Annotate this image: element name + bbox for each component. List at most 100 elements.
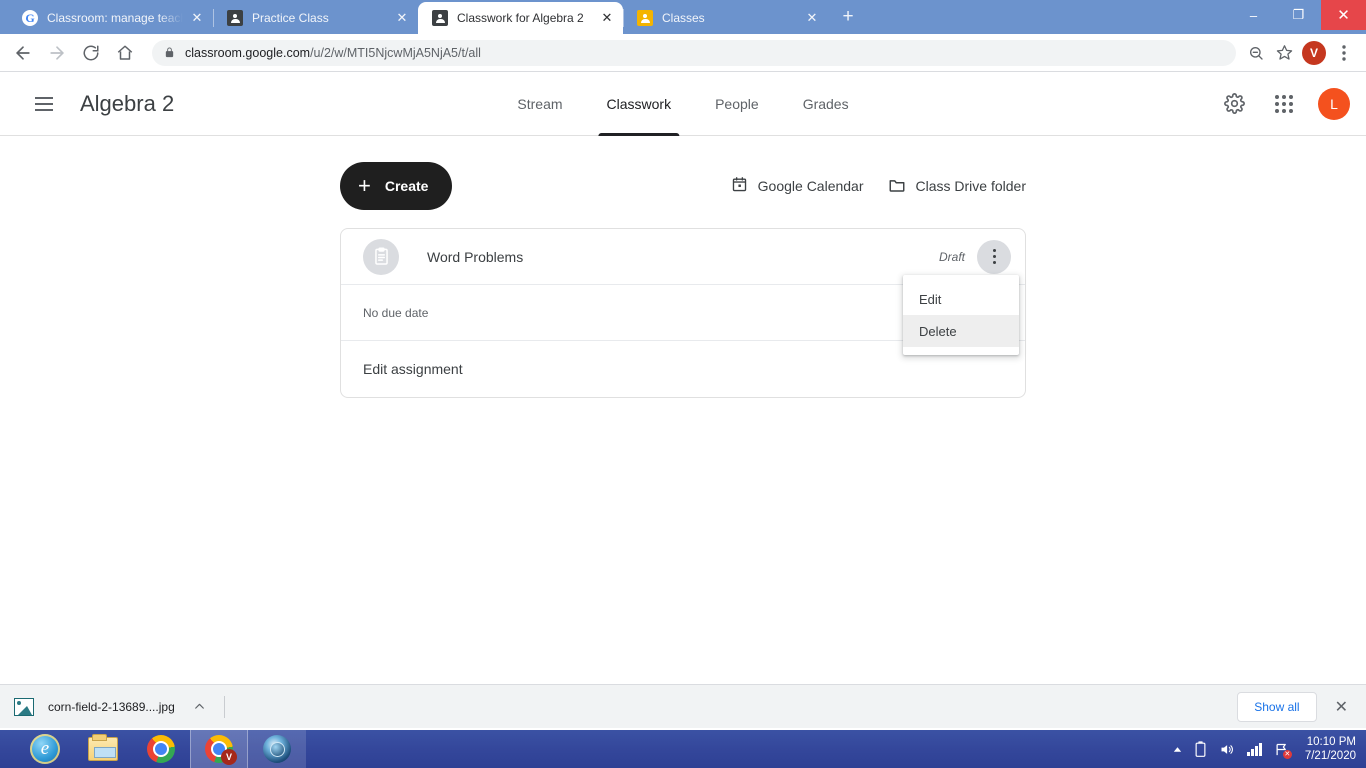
assignment-context-menu: Edit Delete <box>903 275 1019 355</box>
bookmark-star-icon[interactable] <box>1270 39 1298 67</box>
close-window-button[interactable]: ✕ <box>1321 0 1366 30</box>
action-center-flag-icon[interactable]: ✕ <box>1274 742 1292 759</box>
classwork-toolbar: + Create Google Calendar Class Drive fol… <box>340 162 1026 210</box>
chrome-menu-icon[interactable] <box>1330 39 1358 67</box>
taskbar-internet-explorer[interactable]: e <box>16 730 74 768</box>
classroom-icon <box>432 10 448 26</box>
taskbar-file-explorer[interactable] <box>74 730 132 768</box>
tab-title: Classwork for Algebra 2 <box>457 11 584 25</box>
forward-icon[interactable] <box>42 38 72 68</box>
internet-explorer-icon: e <box>30 734 60 764</box>
create-button[interactable]: + Create <box>340 162 453 210</box>
system-tray: ✕ 10:10 PM 7/21/2020 <box>1172 730 1366 768</box>
chevron-up-icon[interactable] <box>193 700 206 713</box>
maximize-button[interactable]: ❐ <box>1276 0 1321 30</box>
browser-tab-3-active[interactable]: Classwork for Algebra 2 ✕ <box>418 2 623 34</box>
tab-stream[interactable]: Stream <box>495 72 584 136</box>
back-icon[interactable] <box>8 38 38 68</box>
classwork-content: + Create Google Calendar Class Drive fol… <box>0 136 1366 398</box>
divider <box>223 695 225 718</box>
download-file-name: corn-field-2-13689....jpg <box>48 699 175 714</box>
google-calendar-link[interactable]: Google Calendar <box>731 176 864 196</box>
status-badge: Draft <box>938 249 965 264</box>
assignment-icon <box>363 238 399 275</box>
tab-people[interactable]: People <box>693 72 781 136</box>
close-icon[interactable]: ✕ <box>394 10 410 26</box>
google-calendar-label: Google Calendar <box>757 178 864 194</box>
browser-profile-avatar[interactable]: V <box>1302 40 1326 65</box>
assignment-title: Word Problems <box>427 248 524 265</box>
tab-title: Practice Class <box>252 11 329 25</box>
class-drive-folder-link[interactable]: Class Drive folder <box>888 176 1026 197</box>
gear-icon[interactable] <box>1218 88 1250 120</box>
apps-grid-icon[interactable] <box>1268 88 1300 120</box>
google-icon: G <box>22 10 38 26</box>
assignment-options-icon[interactable] <box>977 239 1011 274</box>
menu-icon[interactable] <box>24 84 64 124</box>
tab-title: Classroom: manage teaching and <box>47 11 183 25</box>
show-hidden-icons-icon[interactable] <box>1172 744 1183 755</box>
calendar-icon <box>731 176 748 196</box>
classroom-page: Algebra 2 Stream Classwork People Grades… <box>0 72 1366 728</box>
classroom-icon <box>637 10 653 26</box>
download-item[interactable]: corn-field-2-13689....jpg <box>14 692 175 722</box>
show-all-button[interactable]: Show all <box>1237 691 1317 722</box>
url-host: classroom.google.com <box>185 45 311 60</box>
download-bar-actions: Show all ✕ <box>1237 691 1352 722</box>
error-badge: ✕ <box>1282 749 1292 759</box>
close-icon[interactable]: ✕ <box>1331 697 1352 717</box>
edit-assignment-link[interactable]: Edit assignment <box>363 361 463 377</box>
media-player-icon <box>263 735 291 763</box>
battery-icon[interactable] <box>1195 741 1206 757</box>
image-file-icon <box>14 697 34 716</box>
tray-time: 10:10 PM <box>1306 736 1356 748</box>
profile-badge: V <box>221 749 237 765</box>
lock-icon <box>164 46 175 59</box>
file-explorer-icon <box>88 734 118 761</box>
chrome-browser-window: G Classroom: manage teaching and ✕ Pract… <box>0 0 1366 730</box>
home-icon[interactable] <box>110 38 140 68</box>
tab-strip: G Classroom: manage teaching and ✕ Pract… <box>0 0 1366 34</box>
menu-item-delete[interactable]: Delete <box>903 315 1019 347</box>
plus-icon: + <box>358 173 371 198</box>
address-bar[interactable]: classroom.google.com/u/2/w/MTI5NjcwMjA5N… <box>152 39 1236 66</box>
window-controls: – ❐ ✕ <box>1231 0 1366 30</box>
tray-date: 7/21/2020 <box>1304 750 1356 762</box>
close-icon[interactable]: ✕ <box>599 10 615 26</box>
browser-tab-2[interactable]: Practice Class ✕ <box>213 2 418 34</box>
new-tab-button[interactable]: + <box>834 4 862 32</box>
zoom-out-icon[interactable] <box>1242 39 1270 67</box>
tab-classwork[interactable]: Classwork <box>585 72 694 136</box>
folder-icon <box>888 176 906 197</box>
taskbar-chrome[interactable] <box>132 730 190 768</box>
chrome-icon <box>147 735 175 763</box>
volume-icon[interactable] <box>1218 742 1235 757</box>
class-drive-folder-label: Class Drive folder <box>915 178 1026 194</box>
assignment-card: Word Problems Draft No due date Edit ass… <box>340 228 1026 398</box>
classroom-nav-tabs: Stream Classwork People Grades <box>495 72 870 136</box>
download-bar: corn-field-2-13689....jpg Show all ✕ <box>0 684 1366 728</box>
classroom-header: Algebra 2 Stream Classwork People Grades… <box>0 72 1366 136</box>
close-icon[interactable]: ✕ <box>804 10 820 26</box>
clock[interactable]: 10:10 PM 7/21/2020 <box>1305 735 1356 763</box>
url-text: classroom.google.com/u/2/w/MTI5NjcwMjA5N… <box>185 46 481 60</box>
avatar[interactable]: L <box>1318 87 1350 120</box>
due-date-text: No due date <box>363 305 429 320</box>
tab-title: Classes <box>662 11 705 25</box>
close-icon[interactable]: ✕ <box>189 10 205 26</box>
windows-taskbar: e V ✕ 10:10 PM 7/21/2020 <box>0 730 1366 768</box>
browser-tab-4[interactable]: Classes ✕ <box>623 2 828 34</box>
menu-item-edit[interactable]: Edit <box>903 283 1019 315</box>
page-title: Algebra 2 <box>80 90 175 116</box>
taskbar-media-player[interactable] <box>248 730 306 768</box>
header-actions: L <box>1218 87 1350 120</box>
reload-icon[interactable] <box>76 38 106 68</box>
network-signal-icon[interactable] <box>1247 742 1262 756</box>
classroom-icon <box>227 10 243 26</box>
classwork-links: Google Calendar Class Drive folder <box>731 176 1026 197</box>
tab-grades[interactable]: Grades <box>781 72 871 136</box>
taskbar-chrome-profile-active[interactable]: V <box>190 730 248 768</box>
create-button-label: Create <box>384 178 429 194</box>
browser-tab-1[interactable]: G Classroom: manage teaching and ✕ <box>8 2 213 34</box>
minimize-button[interactable]: – <box>1231 0 1276 30</box>
